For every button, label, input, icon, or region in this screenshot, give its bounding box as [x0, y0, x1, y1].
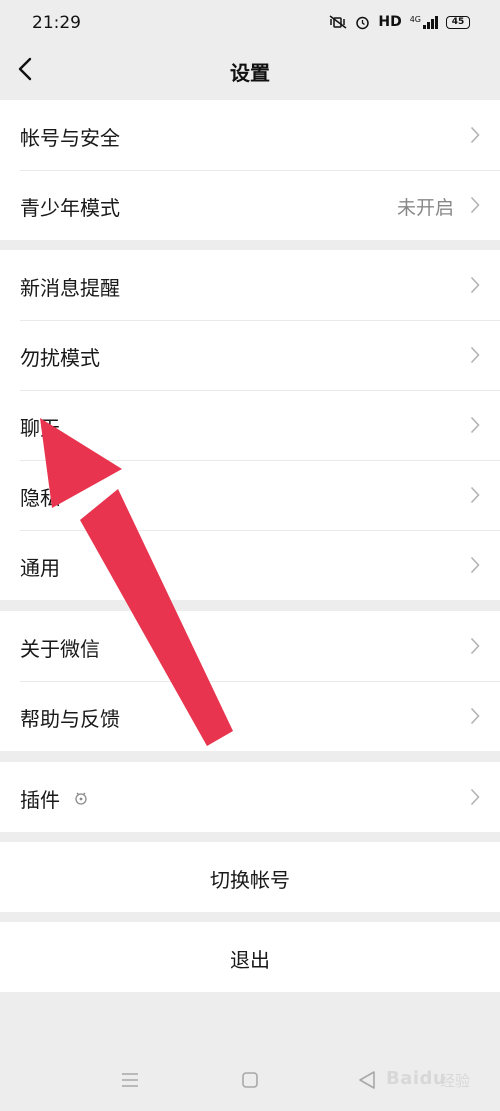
logout-button[interactable]: 退出	[0, 922, 500, 992]
settings-item-privacy[interactable]: 隐私	[0, 460, 500, 530]
settings-item-chat[interactable]: 聊天	[0, 390, 500, 460]
settings-group-plugins: 插件	[0, 762, 500, 832]
settings-item-label: 青少年模式	[20, 196, 120, 220]
watermark-sub: 经验	[440, 1072, 471, 1090]
status-time: 21:29	[32, 13, 81, 33]
settings-item-plugins[interactable]: 插件	[0, 762, 500, 832]
teen-mode-status: 未开启	[396, 197, 454, 219]
settings-item-label: 帐号与安全	[20, 126, 120, 150]
settings-item-label: 勿扰模式	[20, 346, 100, 370]
chevron-right-icon	[470, 556, 480, 574]
settings-item-teen-mode[interactable]: 青少年模式 未开启	[0, 170, 500, 240]
status-icons: HD 4G 45	[329, 14, 470, 30]
plugin-badge-icon	[75, 792, 87, 805]
signal-label: 4G	[409, 14, 421, 24]
page-title: 设置	[230, 61, 270, 85]
chevron-right-icon	[470, 276, 480, 294]
chevron-right-icon	[470, 126, 480, 144]
chevron-right-icon	[470, 707, 480, 725]
chevron-right-icon	[470, 196, 480, 214]
switch-account-label: 切换帐号	[210, 868, 290, 892]
alarm-icon	[356, 16, 370, 29]
nav-bar: 设置	[0, 48, 500, 98]
settings-item-new-message-alerts[interactable]: 新消息提醒	[0, 250, 500, 320]
settings-item-label: 隐私	[20, 486, 60, 510]
switch-account-button[interactable]: 切换帐号	[0, 842, 500, 912]
settings-item-label: 聊天	[20, 416, 60, 440]
settings-item-label: 新消息提醒	[20, 276, 120, 300]
settings-item-account-security[interactable]: 帐号与安全	[0, 100, 500, 170]
settings-item-help-feedback[interactable]: 帮助与反馈	[0, 681, 500, 751]
settings-item-label: 关于微信	[20, 637, 100, 661]
settings-item-about-wechat[interactable]: 关于微信	[0, 611, 500, 681]
settings-group-about: 关于微信 帮助与反馈	[0, 611, 500, 751]
menu-icon[interactable]	[120, 1072, 140, 1088]
logout-label: 退出	[230, 948, 270, 972]
chevron-right-icon	[470, 637, 480, 655]
status-bar: 21:29 HD 4G 45	[0, 0, 500, 48]
vibrate-mute-icon	[329, 15, 347, 29]
settings-item-label: 帮助与反馈	[20, 707, 120, 731]
settings-item-general[interactable]: 通用	[0, 530, 500, 600]
home-square-icon[interactable]	[241, 1071, 259, 1089]
signal-icon: 4G	[409, 14, 438, 29]
chevron-right-icon	[470, 416, 480, 434]
watermark-brand: Baidu	[386, 1068, 447, 1089]
settings-item-label: 插件	[20, 788, 60, 812]
battery-icon: 45	[446, 15, 470, 29]
chevron-right-icon	[470, 346, 480, 364]
settings-group-account: 帐号与安全 青少年模式 未开启	[0, 100, 500, 240]
settings-item-do-not-disturb[interactable]: 勿扰模式	[0, 320, 500, 390]
settings-item-label: 通用	[20, 556, 60, 580]
network-hd-label: HD	[378, 14, 402, 30]
chevron-right-icon	[470, 788, 480, 806]
baidu-watermark: Baidu 经验	[368, 1060, 478, 1100]
settings-group-preferences: 新消息提醒 勿扰模式 聊天 隐私 通用	[0, 250, 500, 600]
chevron-right-icon	[470, 486, 480, 504]
